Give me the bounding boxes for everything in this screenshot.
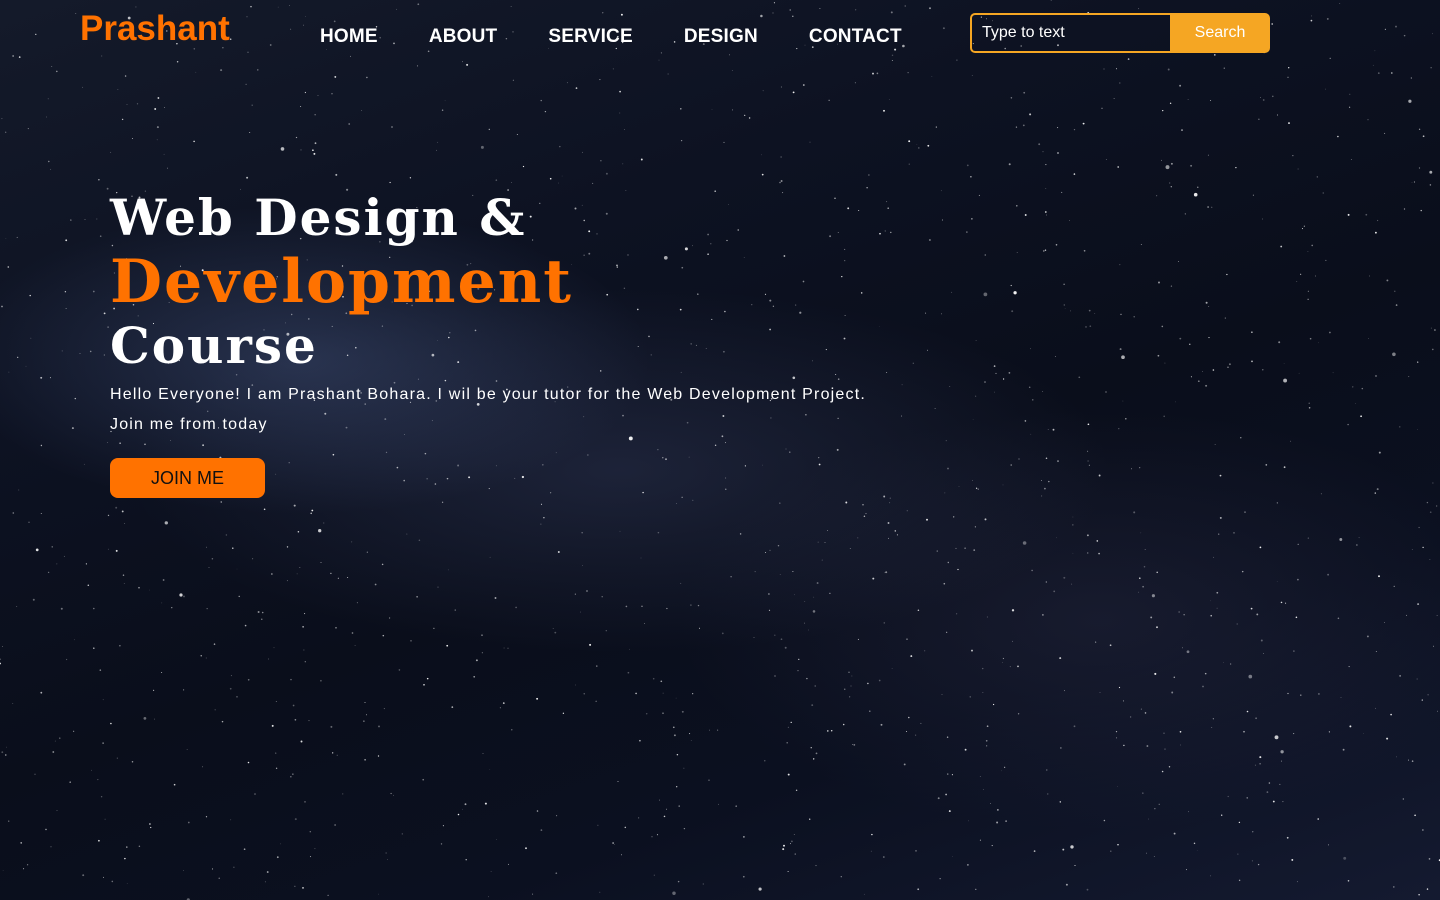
search-button[interactable]: Search (1170, 13, 1270, 53)
nav-item-home[interactable]: HOME (320, 26, 378, 48)
nav-item-service[interactable]: SERVICE (548, 26, 632, 48)
hero-title-highlight: Development (110, 247, 574, 317)
nav-item-design[interactable]: DESIGN (684, 26, 758, 48)
search-bar: Search (970, 13, 1270, 53)
nav-item-about[interactable]: ABOUT (429, 26, 498, 48)
site-logo[interactable]: Prashant (80, 9, 230, 49)
search-input[interactable] (970, 13, 1170, 53)
nav-item-contact[interactable]: CONTACT (809, 26, 902, 48)
hero-title-line1: Web Design & (110, 188, 527, 247)
hero-title: Web Design & Development Course (110, 186, 890, 378)
starfield-background (0, 0, 1440, 900)
join-me-button[interactable]: JOIN ME (110, 458, 265, 498)
hero-description: Hello Everyone! I am Prashant Bohara. I … (110, 386, 867, 433)
hero-title-line3: Course (110, 316, 318, 375)
hero-section: Web Design & Development Course Hello Ev… (110, 186, 890, 440)
top-navbar: Prashant HOME ABOUT SERVICE DESIGN CONTA… (0, 0, 1440, 70)
main-menu: HOME ABOUT SERVICE DESIGN CONTACT (320, 26, 902, 48)
